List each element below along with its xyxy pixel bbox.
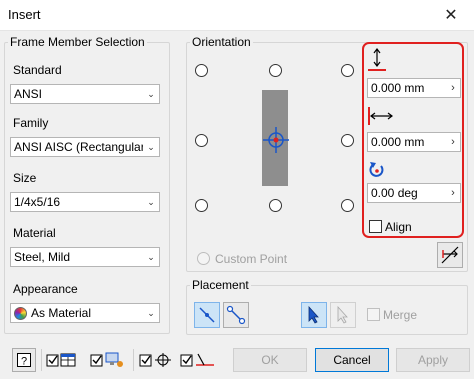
family-value: ANSI AISC (Rectangular) - <box>14 140 143 154</box>
apply-button[interactable]: Apply <box>396 348 470 372</box>
check-table-icon <box>46 353 76 367</box>
merge-checkbox[interactable] <box>367 308 380 321</box>
placement-group-title: Placement <box>190 278 251 292</box>
family-label: Family <box>13 116 49 130</box>
mirror-icon <box>441 246 459 264</box>
size-value: 1/4x5/16 <box>14 195 61 209</box>
bottom-separator <box>133 349 134 371</box>
svg-text:?: ? <box>21 356 27 368</box>
size-dropdown[interactable]: 1/4x5/16 ⌄ <box>10 192 160 212</box>
toggle-display-options[interactable] <box>46 350 78 370</box>
spin-arrow-icon[interactable]: › <box>446 82 460 94</box>
anchor-radio-bottom-left[interactable] <box>195 199 208 212</box>
help-icon: ? <box>17 353 31 368</box>
placement-points-button[interactable] <box>223 302 249 328</box>
custom-point-radio[interactable] <box>197 252 210 265</box>
rotation-input[interactable]: 0.00 deg › <box>367 183 461 203</box>
ok-label: OK <box>261 353 279 367</box>
size-label: Size <box>13 171 37 185</box>
standard-value: ANSI <box>14 87 43 101</box>
anchor-radio-top-center[interactable] <box>269 64 282 77</box>
vertical-offset-icon <box>367 46 389 74</box>
rotate-icon <box>367 160 387 180</box>
two-points-icon <box>226 305 246 325</box>
horizontal-offset-icon <box>367 106 395 128</box>
standard-label: Standard <box>13 63 62 77</box>
standard-dropdown[interactable]: ANSI ⌄ <box>10 84 160 104</box>
spin-arrow-icon[interactable]: › <box>446 136 460 148</box>
anchor-center-selected[interactable] <box>263 127 289 153</box>
vertical-offset-value: 0.000 mm <box>371 81 425 95</box>
title-bar: Insert ✕ <box>0 0 474 31</box>
crosshair-icon <box>263 127 289 153</box>
bottom-separator <box>41 349 42 371</box>
placement-line-button[interactable] <box>194 302 220 328</box>
check-preview-icon <box>90 352 123 367</box>
material-value: Steel, Mild <box>14 250 71 264</box>
anchor-radio-middle-right[interactable] <box>341 134 354 147</box>
line-icon <box>199 307 215 323</box>
appearance-value: As Material <box>31 306 92 320</box>
orientation-group-title: Orientation <box>190 35 253 49</box>
rotation-value: 0.00 deg <box>371 186 418 200</box>
chevron-down-icon: ⌄ <box>147 251 155 262</box>
anchor-radio-top-right[interactable] <box>341 64 354 77</box>
custom-point-label: Custom Point <box>215 252 288 266</box>
close-button[interactable]: ✕ <box>434 2 468 28</box>
anchor-radio-top-left[interactable] <box>195 64 208 77</box>
select-disabled-button[interactable] <box>330 302 356 328</box>
appearance-label: Appearance <box>13 282 78 296</box>
align-checkbox[interactable] <box>369 220 382 233</box>
anchor-radio-middle-left[interactable] <box>195 134 208 147</box>
align-label: Align <box>385 220 412 234</box>
chevron-down-icon: ⌄ <box>147 196 155 207</box>
vertical-offset-input[interactable]: 0.000 mm › <box>367 78 461 98</box>
chevron-down-icon: ⌄ <box>147 88 155 99</box>
cancel-label: Cancel <box>333 353 371 367</box>
cursor-arrow-icon <box>308 306 319 324</box>
apply-label: Apply <box>417 353 449 367</box>
toggle-section-options[interactable] <box>139 350 175 370</box>
toggle-preview-options[interactable] <box>90 350 126 370</box>
window-title: Insert <box>8 7 41 22</box>
spin-arrow-icon[interactable]: › <box>446 187 460 199</box>
ok-button[interactable]: OK <box>233 348 307 372</box>
appearance-dropdown[interactable]: As Material ⌄ <box>10 303 160 323</box>
check-angle-icon <box>180 353 214 367</box>
select-button[interactable] <box>301 302 327 328</box>
help-button[interactable]: ? <box>12 348 36 372</box>
cursor-arrow-icon <box>337 306 348 324</box>
anchor-radio-bottom-center[interactable] <box>269 199 282 212</box>
cancel-button[interactable]: Cancel <box>315 348 389 372</box>
close-icon: ✕ <box>444 7 458 24</box>
toggle-angle-options[interactable] <box>180 350 216 370</box>
horizontal-offset-value: 0.000 mm <box>371 135 425 149</box>
material-dropdown[interactable]: Steel, Mild ⌄ <box>10 247 160 267</box>
merge-label: Merge <box>383 308 418 322</box>
material-label: Material <box>13 226 56 240</box>
frame-member-group-title: Frame Member Selection <box>8 35 147 49</box>
chevron-down-icon: ⌄ <box>147 141 155 152</box>
check-section-icon <box>139 353 171 367</box>
anchor-radio-bottom-right[interactable] <box>341 199 354 212</box>
mirror-button[interactable] <box>437 242 463 268</box>
family-dropdown[interactable]: ANSI AISC (Rectangular) - ⌄ <box>10 137 160 157</box>
horizontal-offset-input[interactable]: 0.000 mm › <box>367 132 461 152</box>
color-wheel-icon <box>14 306 27 320</box>
chevron-down-icon: ⌄ <box>147 307 155 318</box>
